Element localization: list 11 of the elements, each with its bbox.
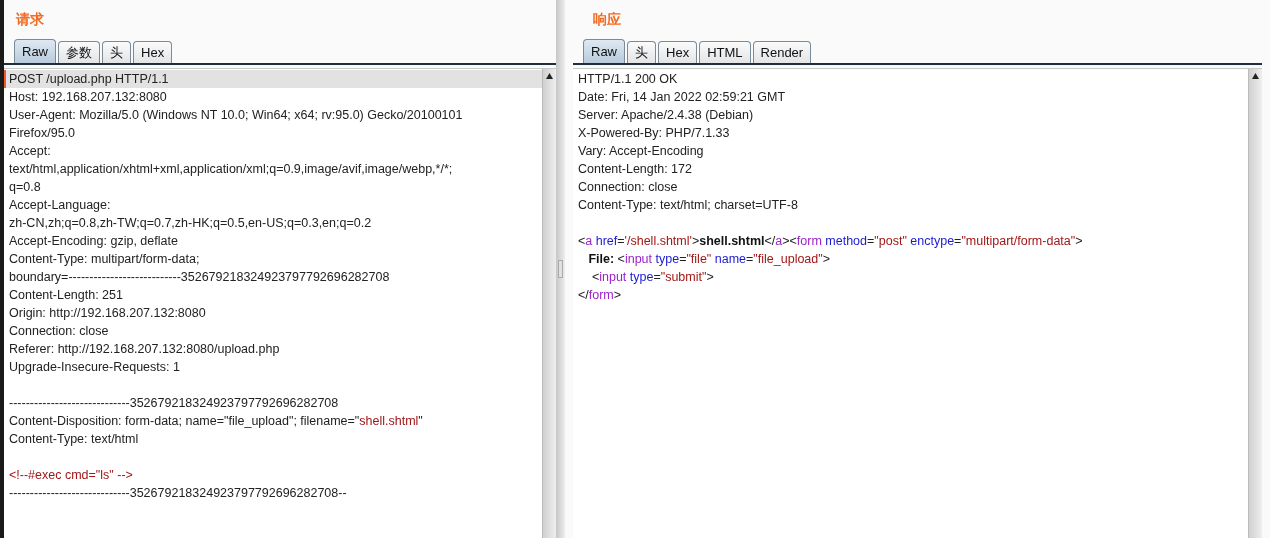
view-tab[interactable]: Raw xyxy=(583,39,625,63)
panel-title: 响应 xyxy=(593,10,621,28)
view-tab[interactable]: HTML xyxy=(699,41,751,63)
view-tab[interactable]: Raw xyxy=(14,39,56,63)
panel-title: 请求 xyxy=(16,10,44,28)
view-tab[interactable]: Hex xyxy=(133,41,173,63)
view-tab[interactable]: Hex xyxy=(658,41,698,63)
view-tab[interactable]: 头 xyxy=(627,41,656,63)
view-tab[interactable]: 参数 xyxy=(58,41,100,63)
view-tab[interactable]: 头 xyxy=(102,41,131,63)
view-tab[interactable]: Render xyxy=(752,41,812,63)
